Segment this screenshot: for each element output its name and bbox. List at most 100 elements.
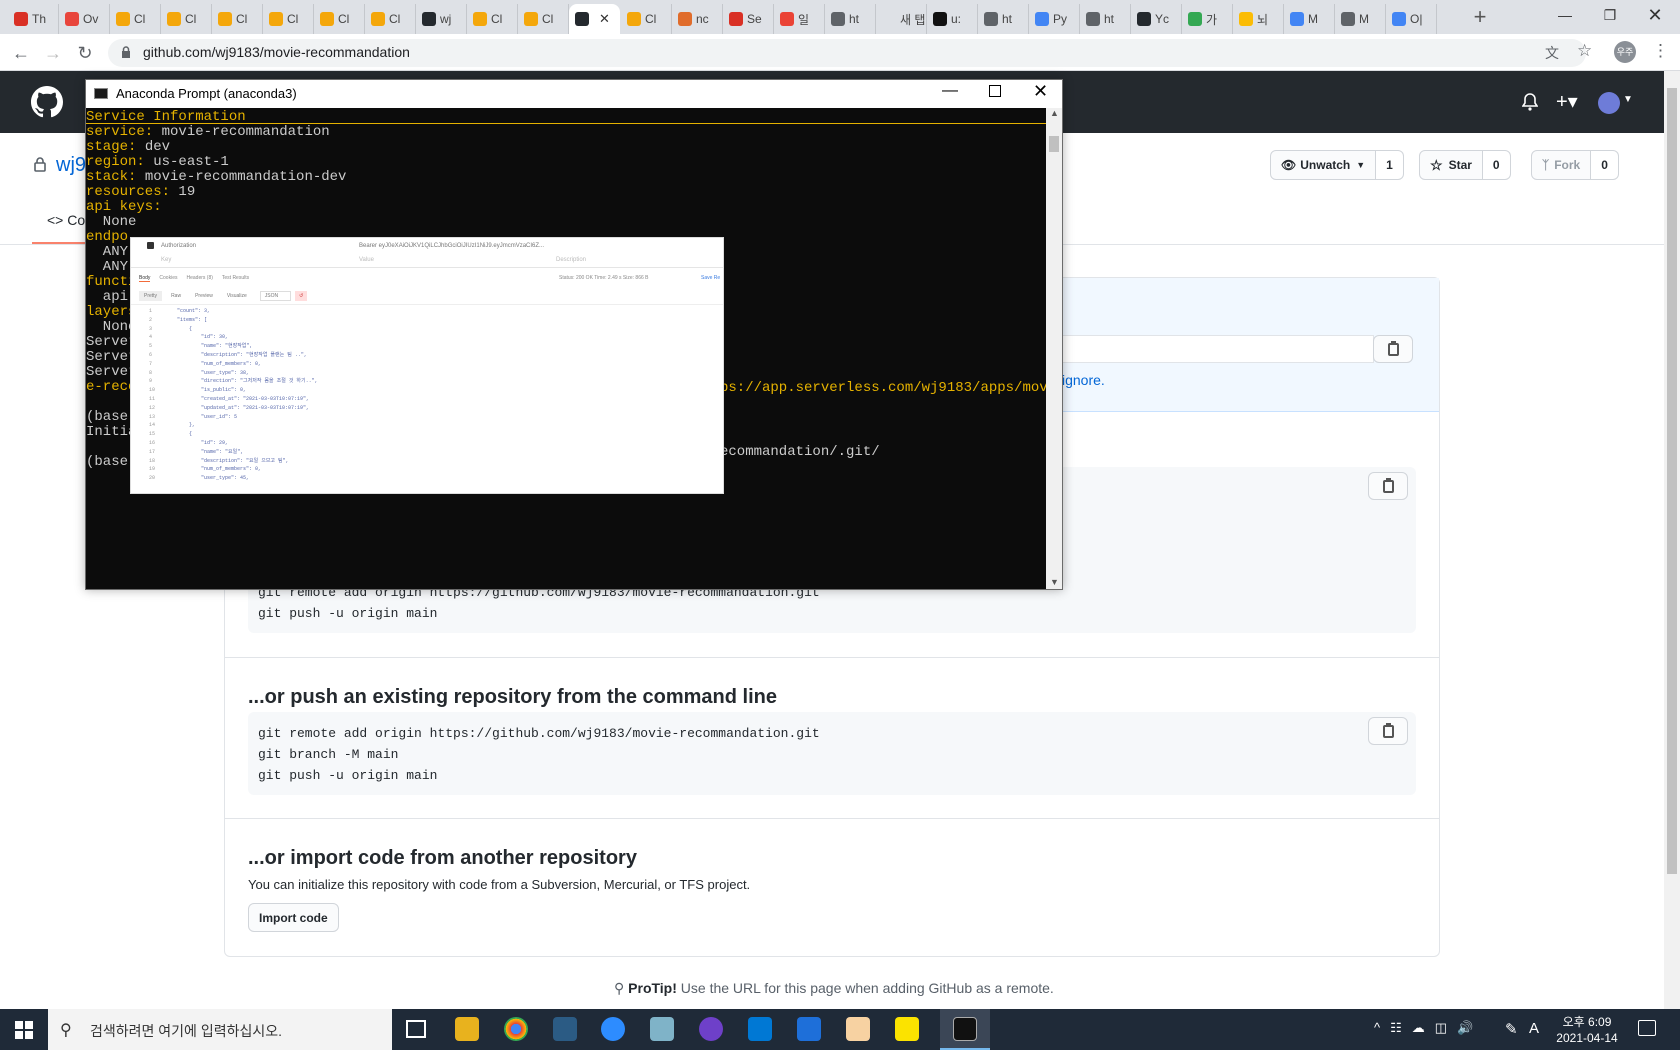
windows-start-icon[interactable] [15, 1021, 33, 1039]
clock-date[interactable]: 2021-04-14 [1553, 1031, 1621, 1045]
system-tray-icons[interactable]: ^☷☁◫🔊 [1374, 1020, 1483, 1036]
browser-tab[interactable]: Cl [621, 4, 672, 34]
terminal-line: None [86, 214, 137, 230]
browser-menu-icon[interactable]: ⋮ [1652, 41, 1669, 61]
vscode-icon[interactable] [748, 1017, 772, 1041]
unwatch-button[interactable]: 👁 Unwatch ▼ [1270, 150, 1377, 180]
import-code-button[interactable]: Import code [248, 903, 339, 932]
pm-col-value: Value [359, 257, 374, 263]
terminal-scroll-thumb[interactable] [1049, 136, 1059, 152]
clock-time[interactable]: 오후 6:09 [1553, 1013, 1621, 1030]
notepad-icon[interactable] [650, 1017, 674, 1041]
close-window-button[interactable]: ✕ [1630, 0, 1680, 32]
terminal-minimize-button[interactable]: — [942, 82, 958, 100]
push-existing-code-block: git remote add origin https://github.com… [248, 712, 1416, 795]
terminal-line: Server [86, 334, 137, 350]
browser-tab[interactable]: Cl [518, 4, 569, 34]
browser-tab[interactable]: 새 탭 [876, 4, 927, 34]
tab-favicon-icon [575, 12, 589, 26]
new-tab-button[interactable]: + [1466, 4, 1494, 30]
scroll-up-icon[interactable]: ▲ [1050, 108, 1059, 118]
browser-tab[interactable]: Cl [365, 4, 416, 34]
browser-tab[interactable]: 가 [1182, 4, 1233, 34]
lightbulb-icon: ⚲ [614, 980, 625, 996]
user-avatar[interactable] [1598, 92, 1620, 114]
url-text[interactable]: github.com/wj9183/movie-recommandation [143, 44, 410, 60]
fork-count[interactable]: 0 [1591, 150, 1619, 180]
clipboard-copy-push-icon[interactable] [1368, 717, 1408, 745]
terminal-close-button[interactable]: ✕ [1033, 81, 1048, 102]
ime-indicator[interactable]: A [1529, 1020, 1539, 1037]
browser-tab[interactable]: Ov [59, 4, 110, 34]
browser-tab[interactable]: Cl [263, 4, 314, 34]
notification-center-icon[interactable] [1638, 1020, 1656, 1036]
clone-url-input[interactable] [1062, 335, 1374, 363]
browser-tab[interactable]: ✕ [569, 4, 620, 34]
notification-bell-icon[interactable] [1521, 93, 1539, 111]
browser-tab[interactable]: ht [1080, 4, 1131, 34]
browser-tab[interactable]: Th [8, 4, 59, 34]
browser-tab[interactable]: Cl [161, 4, 212, 34]
mysql-workbench-icon[interactable] [553, 1017, 577, 1041]
kakaotalk-icon[interactable] [895, 1017, 919, 1041]
browser-tab[interactable]: wj [416, 4, 467, 34]
tab-favicon-icon [1239, 12, 1253, 26]
terminal-line: functi [86, 274, 137, 290]
restore-button[interactable]: ❐ [1585, 0, 1635, 32]
pen-icon[interactable]: ✎ [1505, 1020, 1518, 1038]
browser-tab[interactable]: nc [672, 4, 723, 34]
fork-button[interactable]: ᛉ Fork [1531, 150, 1592, 180]
file-explorer-icon[interactable] [455, 1017, 479, 1041]
task-view-icon[interactable] [406, 1020, 426, 1038]
translate-icon[interactable]: 文 [1545, 43, 1559, 63]
bookmark-star-icon[interactable]: ☆ [1577, 41, 1592, 61]
back-icon[interactable]: ← [8, 40, 34, 66]
chrome-icon[interactable] [504, 1017, 528, 1041]
clipboard-copy-url-icon[interactable] [1373, 335, 1413, 363]
tab-label: Ov [83, 12, 99, 26]
browser-tab[interactable]: Yc [1131, 4, 1182, 34]
pm-view-tabs: Pretty Raw Preview Visualize JSON ↺ [139, 291, 308, 301]
repo-owner-link[interactable]: wj9 [56, 154, 86, 177]
clipboard-copy-new-icon[interactable] [1368, 472, 1408, 500]
terminal-taskbar-icon[interactable] [953, 1017, 977, 1041]
terminal-titlebar[interactable]: Anaconda Prompt (anaconda3) — ✕ [86, 80, 1062, 108]
reload-icon[interactable]: ↻ [72, 40, 98, 66]
tab-code[interactable]: <> Co [47, 212, 85, 228]
github-desktop-icon[interactable] [699, 1017, 723, 1041]
browser-tab[interactable]: 일 [774, 4, 825, 34]
star-button[interactable]: ☆ Star [1419, 150, 1483, 180]
paint-icon[interactable] [846, 1017, 870, 1041]
gitignore-link[interactable]: ignore. [1062, 372, 1105, 388]
terminal-scrollbar[interactable]: ▲ ▼ [1046, 108, 1062, 589]
browser-tab[interactable]: M [1284, 4, 1335, 34]
github-logo-icon[interactable] [31, 86, 63, 121]
browser-tab[interactable]: ht [978, 4, 1029, 34]
browser-tab[interactable]: Cl [314, 4, 365, 34]
page-scrollbar-thumb[interactable] [1667, 88, 1677, 874]
browser-tab[interactable]: 뇌 [1233, 4, 1284, 34]
tab-close-icon[interactable]: ✕ [599, 11, 610, 27]
scroll-down-icon[interactable]: ▼ [1050, 577, 1059, 587]
zoom-icon[interactable] [601, 1017, 625, 1041]
pm-json-line: "num_of_members": 0, [165, 360, 262, 367]
browser-tab[interactable]: Cl [467, 4, 518, 34]
profile-avatar[interactable]: 우주 [1614, 41, 1636, 63]
star-count[interactable]: 0 [1482, 150, 1511, 180]
browser-tab[interactable]: ht [825, 4, 876, 34]
create-new-plus-icon[interactable]: +▾ [1556, 89, 1578, 114]
browser-tab[interactable]: Se [723, 4, 774, 34]
terminal-maximize-button[interactable] [989, 85, 1001, 97]
media-player-icon[interactable] [797, 1017, 821, 1041]
browser-tab[interactable]: Py [1029, 4, 1080, 34]
browser-tab[interactable]: Cl [212, 4, 263, 34]
browser-tab[interactable]: Cl [110, 4, 161, 34]
avatar-dropdown-icon[interactable]: ▼ [1623, 94, 1633, 105]
browser-tab[interactable]: M [1335, 4, 1386, 34]
watch-count[interactable]: 1 [1376, 150, 1404, 180]
taskbar-search-box[interactable]: ⚲ 검색하려면 여기에 입력하십시오. [48, 1009, 392, 1050]
browser-tab[interactable]: O| [1386, 4, 1437, 34]
minimize-button[interactable]: — [1540, 0, 1590, 32]
forward-icon[interactable]: → [40, 40, 66, 66]
browser-tab[interactable]: u: [927, 4, 978, 34]
